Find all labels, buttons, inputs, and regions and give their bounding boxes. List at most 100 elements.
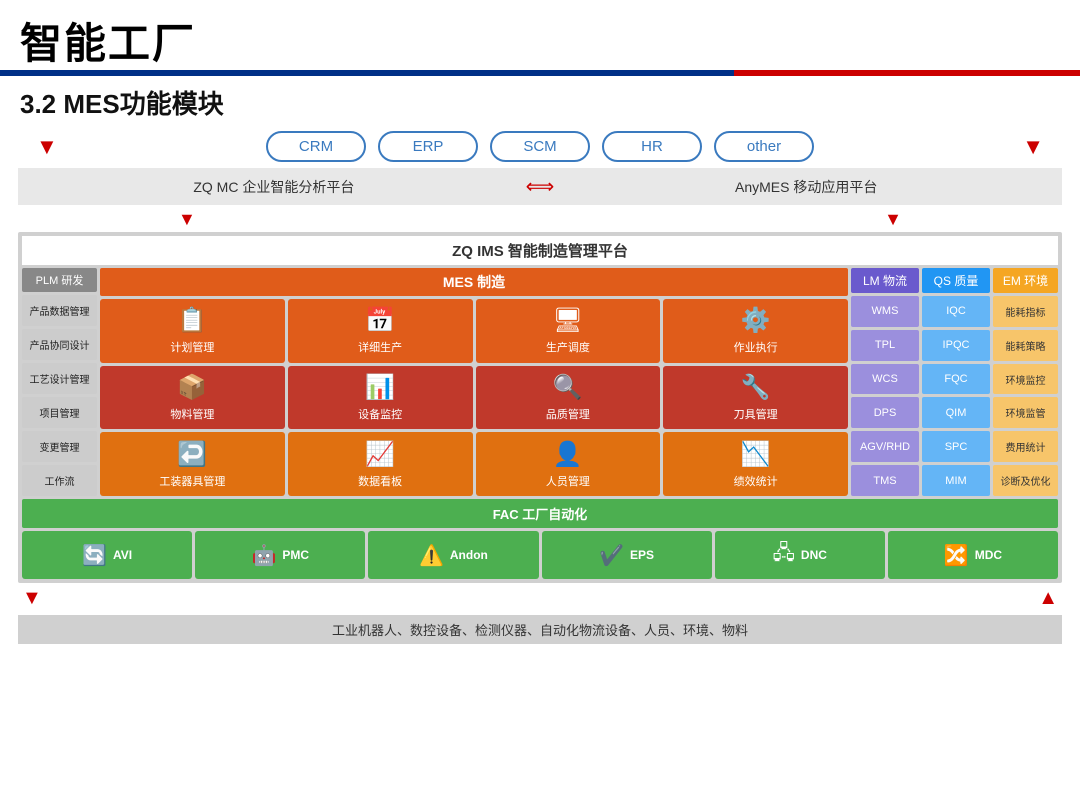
header-bar-red [734,70,1080,76]
main-content: ▼ CRM ERP SCM HR other ▼ ZQ MC 企业智能分析平台 … [0,127,1080,648]
arrow-left-down: ▼ [36,134,58,160]
plm-header: PLM 研发 [22,268,97,292]
platform-arrow: ⟺ [526,174,555,199]
bottom-bar: 工业机器人、数控设备、检测仪器、自动化物流设备、人员、环境、物料 [18,615,1062,644]
plm-item-3: 项目管理 [22,397,97,428]
mes-cell-9[interactable]: 📈 数据看板 [288,432,473,496]
mes-label-11: 绩效统计 [734,473,778,489]
mes-label-6: 品质管理 [546,406,590,422]
fac-bar: FAC 工厂自动化 [22,499,1058,528]
qs-header: QS 质量 [922,268,990,293]
avi-label-0: AVI [113,548,132,562]
lm-header: LM 物流 [851,268,919,293]
mes-icon-0: 📋 [177,306,207,335]
avi-icon-3: ✔️ [599,543,624,568]
subtitle: 3.2 MES功能模块 [0,76,1080,127]
mes-cell-10[interactable]: 👤 人员管理 [476,432,661,496]
page-title: 智能工厂 [20,10,196,71]
header-bar-blue [0,70,734,76]
qs-item-0: IQC [922,296,990,327]
arrow-right-down: ▼ [1022,134,1044,160]
mes-icon-11: 📉 [741,440,771,469]
mes-label-2: 生产调度 [546,339,590,355]
mes-icon-2: 🖥 [553,306,583,335]
em-item-1: 能耗策略 [993,330,1058,361]
arrow-bottom-left: ▼ [18,587,42,610]
avi-cell-0[interactable]: 🔄 AVI [22,531,192,579]
mes-label-3: 作业执行 [734,339,778,355]
qs-item-3: QIM [922,397,990,428]
platform-left: ZQ MC 企业智能分析平台 [30,177,518,197]
em-item-5: 诊断及优化 [993,465,1058,496]
header-bar [0,70,1080,76]
avi-cell-4[interactable]: 🖧 DNC [715,531,885,579]
plm-item-2: 工艺设计管理 [22,363,97,394]
lm-item-5: TMS [851,465,919,496]
mes-icon-6: 🔍 [553,373,583,402]
mes-icon-3: ⚙️ [741,306,771,335]
sys-other[interactable]: other [714,131,814,162]
avi-cell-5[interactable]: 🔀 MDC [888,531,1058,579]
mes-cell-0[interactable]: 📋 计划管理 [100,299,285,363]
mes-label-5: 设备监控 [358,406,402,422]
avi-label-5: MDC [975,548,1002,562]
platform-right: AnyMES 移动应用平台 [562,177,1050,197]
em-item-2: 环境监控 [993,364,1058,395]
lm-column: LM 物流 WMS TPL WCS DPS AGV/RHD TMS [851,268,919,496]
arrow-bottom-right: ▲ [1038,587,1062,610]
mes-icon-4: 📦 [177,373,207,402]
qs-item-2: FQC [922,364,990,395]
avi-cell-3[interactable]: ✔️ EPS [542,531,712,579]
lm-item-3: DPS [851,397,919,428]
ims-header: ZQ IMS 智能制造管理平台 [22,236,1058,265]
qs-item-1: IPQC [922,330,990,361]
sys-erp[interactable]: ERP [378,131,478,162]
sys-crm[interactable]: CRM [266,131,366,162]
diagram-container: ZQ IMS 智能制造管理平台 PLM 研发 产品数据管理 产品协同设计 工艺设… [18,232,1062,583]
avi-row: 🔄 AVI 🤖 PMC ⚠️ Andon ✔️ EPS 🖧 DNC 🔀 MD [22,531,1058,579]
avi-icon-0: 🔄 [82,543,107,568]
mes-cell-2[interactable]: 🖥 生产调度 [476,299,661,363]
em-item-0: 能耗指标 [993,296,1058,327]
qs-item-4: SPC [922,431,990,462]
mes-icon-5: 📊 [365,373,395,402]
avi-icon-2: ⚠️ [419,543,444,568]
em-column: EM 环境 能耗指标 能耗策略 环境监控 环境监管 费用统计 诊断及优化 [993,268,1058,496]
avi-icon-5: 🔀 [944,543,969,568]
grid-container: PLM 研发 产品数据管理 产品协同设计 工艺设计管理 项目管理 变更管理 工作… [22,268,1058,496]
avi-label-2: Andon [450,548,488,562]
mes-label-9: 数据看板 [358,473,402,489]
lm-item-4: AGV/RHD [851,431,919,462]
em-item-4: 费用统计 [993,431,1058,462]
mes-label-1: 详细生产 [358,339,402,355]
mes-cell-3[interactable]: ⚙️ 作业执行 [663,299,848,363]
mes-cell-7[interactable]: 🔧 刀具管理 [663,366,848,430]
mes-label-7: 刀具管理 [734,406,778,422]
mes-cell-6[interactable]: 🔍 品质管理 [476,366,661,430]
mes-cell-8[interactable]: ↩️ 工装器具管理 [100,432,285,496]
avi-label-1: PMC [282,548,309,562]
mes-label-8: 工装器具管理 [159,473,225,489]
mes-grid: 📋 计划管理 📅 详细生产 🖥 生产调度 ⚙️ 作业执行 [100,299,848,496]
plm-column: PLM 研发 产品数据管理 产品协同设计 工艺设计管理 项目管理 变更管理 工作… [22,268,97,496]
plm-item-4: 变更管理 [22,431,97,462]
avi-label-3: EPS [630,548,654,562]
mes-icon-9: 📈 [365,440,395,469]
plm-item-5: 工作流 [22,465,97,496]
sys-hr[interactable]: HR [602,131,702,162]
mes-icon-8: ↩️ [177,440,207,469]
avi-cell-2[interactable]: ⚠️ Andon [368,531,538,579]
sys-scm[interactable]: SCM [490,131,590,162]
mes-label-0: 计划管理 [170,339,214,355]
mes-cell-4[interactable]: 📦 物料管理 [100,366,285,430]
mes-icon-1: 📅 [365,306,395,335]
mes-cell-1[interactable]: 📅 详细生产 [288,299,473,363]
arrow-platform-left-down: ▼ [178,209,196,230]
mes-cell-11[interactable]: 📉 绩效统计 [663,432,848,496]
lm-item-0: WMS [851,296,919,327]
mes-label-10: 人员管理 [546,473,590,489]
avi-cell-1[interactable]: 🤖 PMC [195,531,365,579]
mes-cell-5[interactable]: 📊 设备监控 [288,366,473,430]
mes-icon-10: 👤 [553,440,583,469]
mes-header: MES 制造 [100,268,848,296]
